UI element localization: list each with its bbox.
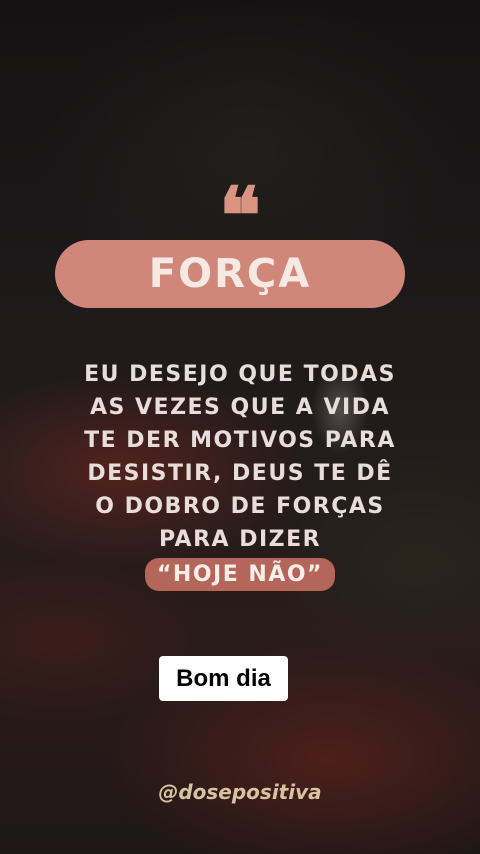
message-line: EU DESEJO QUE TODAS <box>84 362 396 387</box>
message-line: DESISTIR, DEUS TE DÊ <box>87 461 393 486</box>
author-handle: @dosepositiva <box>158 780 322 804</box>
message-line: TE DER MOTIVOS PARA <box>84 428 396 453</box>
message-text: EU DESEJO QUE TODAS AS VEZES QUE A VIDA … <box>40 358 440 591</box>
bom-dia-sticker: Bom dia <box>159 656 288 701</box>
title-pill: FORÇA <box>55 240 405 308</box>
message-line: AS VEZES QUE A VIDA <box>89 395 390 420</box>
message-line: O DOBRO DE FORÇAS <box>95 494 385 519</box>
message-line: PARA DIZER <box>158 527 322 552</box>
title-text: FORÇA <box>148 251 312 297</box>
bom-dia-label: Bom dia <box>176 664 271 692</box>
highlight-phrase: “HOJE NÃO” <box>144 558 336 591</box>
